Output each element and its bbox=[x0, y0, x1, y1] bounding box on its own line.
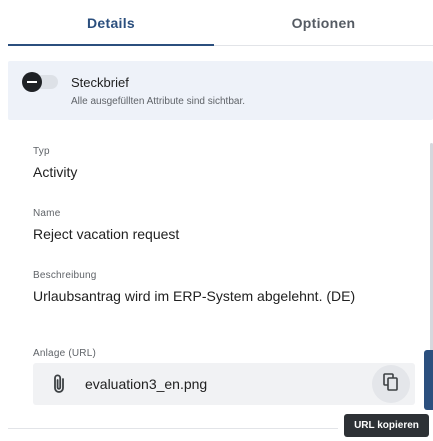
tab-optionen[interactable]: Optionen bbox=[214, 0, 433, 46]
typ-label: Typ bbox=[33, 146, 50, 157]
beschreibung-label: Beschreibung bbox=[33, 270, 97, 281]
tab-details[interactable]: Details bbox=[8, 0, 214, 46]
toggle-thumb bbox=[22, 72, 42, 92]
copy-url-button[interactable] bbox=[372, 365, 410, 403]
active-tab-indicator bbox=[8, 44, 214, 46]
copy-url-tooltip: URL kopieren bbox=[344, 414, 429, 437]
attachment-filename[interactable]: evaluation3_en.png bbox=[85, 376, 207, 392]
beschreibung-value: Urlaubsantrag wird im ERP-System abgeleh… bbox=[33, 288, 356, 304]
paperclip-icon bbox=[50, 373, 70, 395]
tab-bar: Details Optionen bbox=[8, 0, 433, 46]
steckbrief-panel: Steckbrief Alle ausgefüllten Attribute s… bbox=[8, 61, 433, 120]
typ-value: Activity bbox=[33, 164, 78, 180]
steckbrief-toggle[interactable] bbox=[22, 72, 58, 92]
name-value: Reject vacation request bbox=[33, 226, 180, 242]
side-panel-handle[interactable] bbox=[424, 350, 433, 410]
attachment-row[interactable]: evaluation3_en.png bbox=[33, 363, 415, 405]
name-label: Name bbox=[33, 208, 61, 219]
steckbrief-subtitle: Alle ausgefüllten Attribute sind sichtba… bbox=[71, 96, 245, 107]
steckbrief-title: Steckbrief bbox=[71, 75, 129, 90]
anlage-label: Anlage (URL) bbox=[33, 348, 96, 359]
copy-icon bbox=[381, 372, 401, 397]
divider bbox=[8, 428, 338, 429]
